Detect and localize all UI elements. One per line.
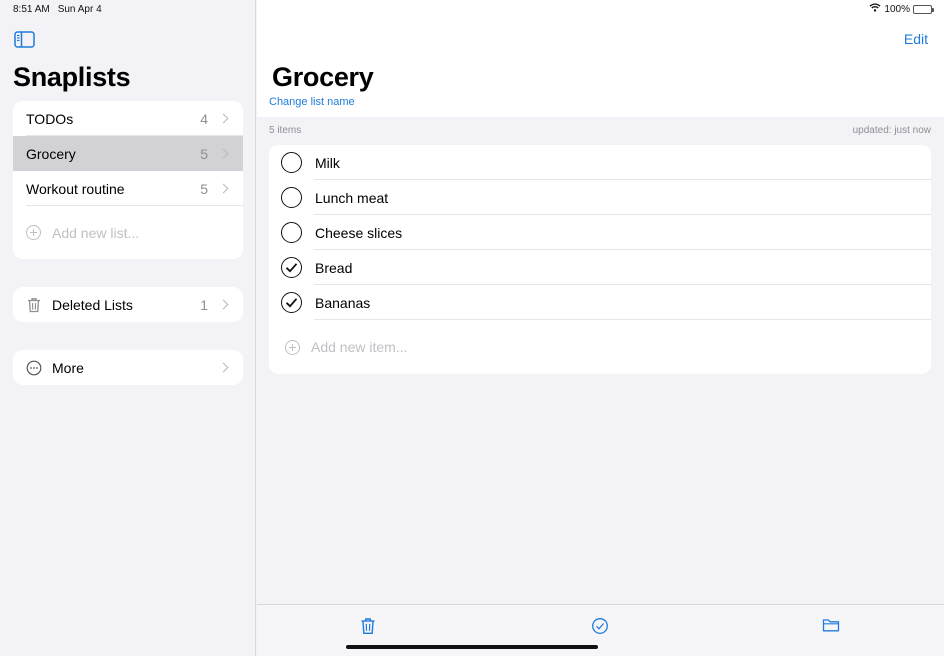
plus-circle-icon	[26, 225, 41, 240]
checkbox-circle-icon[interactable]	[281, 222, 302, 243]
checkbox-circle-icon[interactable]	[281, 187, 302, 208]
item-label: Lunch meat	[315, 189, 389, 206]
status-date: Sun Apr 4	[57, 4, 102, 15]
deleted-lists-card: Deleted Lists 1	[13, 287, 243, 322]
add-new-item-placeholder: Add new item...	[311, 339, 408, 355]
list-count: 5	[200, 145, 208, 162]
more-label: More	[52, 359, 84, 376]
checkbox-circle-icon[interactable]	[281, 152, 302, 173]
sidebar-item-more[interactable]: More	[13, 350, 243, 385]
sidebar-title: Snaplists	[13, 62, 131, 92]
list-count: 4	[200, 110, 208, 127]
chevron-right-icon	[218, 113, 229, 124]
divider	[26, 205, 243, 206]
item-label: Cheese slices	[315, 224, 403, 241]
sidebar: 8:51 AM Sun Apr 4 Snaplists TODOs 4 Groce…	[0, 0, 256, 656]
sidebar-item-todos[interactable]: TODOs 4	[13, 101, 243, 136]
list-label: Grocery	[26, 145, 76, 162]
battery-percent: 100%	[884, 3, 910, 15]
sidebar-item-deleted-lists[interactable]: Deleted Lists 1	[13, 287, 243, 322]
main-header: 100% Edit Grocery Change list name	[257, 0, 944, 117]
deleted-lists-label: Deleted Lists	[52, 296, 133, 313]
home-indicator	[346, 645, 598, 649]
item-count: 5 items	[269, 125, 302, 136]
list-label: TODOs	[26, 110, 74, 127]
sidebar-item-workout-routine[interactable]: Workout routine 5	[13, 171, 243, 206]
checkbox-checked-icon[interactable]	[281, 292, 302, 313]
chevron-right-icon	[218, 148, 229, 159]
list-label: Workout routine	[26, 180, 125, 197]
ellipsis-circle-icon	[26, 360, 42, 376]
status-indicators: 100%	[869, 3, 934, 15]
lists-card: TODOs 4 Grocery 5 Workout routine 5 Add …	[13, 101, 243, 259]
sidebar-toggle-icon[interactable]	[14, 31, 35, 48]
wifi-icon	[869, 3, 881, 15]
trash-icon	[26, 297, 42, 313]
list-item[interactable]: Lunch meat	[269, 180, 931, 215]
checkbox-checked-icon[interactable]	[281, 257, 302, 278]
list-item[interactable]: Bananas	[269, 285, 931, 320]
list-item[interactable]: Bread	[269, 250, 931, 285]
list-count: 5	[200, 180, 208, 197]
add-new-item-field[interactable]: Add new item...	[269, 320, 931, 374]
chevron-right-icon	[218, 183, 229, 194]
folder-icon[interactable]	[822, 617, 840, 635]
checkmark-circle-icon[interactable]	[591, 617, 609, 635]
sidebar-item-grocery[interactable]: Grocery 5	[13, 136, 243, 171]
chevron-right-icon	[218, 362, 229, 373]
divider	[314, 319, 931, 320]
plus-circle-icon	[285, 339, 300, 355]
items-list: Milk Lunch meat Cheese slices Bread Bana…	[269, 145, 931, 374]
add-new-list-field[interactable]: Add new list...	[13, 206, 243, 259]
battery-icon	[913, 4, 934, 14]
chevron-right-icon	[218, 299, 229, 310]
page-title: Grocery	[272, 62, 374, 92]
main-pane: 100% Edit Grocery Change list name 5 ite…	[257, 0, 944, 656]
list-item[interactable]: Cheese slices	[269, 215, 931, 250]
list-item[interactable]: Milk	[269, 145, 931, 180]
item-label: Bread	[315, 259, 353, 276]
deleted-lists-count: 1	[200, 296, 208, 313]
edit-button[interactable]: Edit	[904, 31, 928, 47]
change-list-name-link[interactable]: Change list name	[269, 96, 355, 108]
status-time: 8:51 AM Sun Apr 4	[13, 4, 102, 15]
item-label: Milk	[315, 154, 340, 171]
trash-icon[interactable]	[360, 617, 378, 635]
item-label: Bananas	[315, 294, 371, 311]
more-card: More	[13, 350, 243, 385]
add-new-list-placeholder: Add new list...	[52, 224, 140, 241]
status-time-text: 8:51 AM	[13, 4, 50, 15]
updated-status: updated: just now	[852, 125, 931, 136]
